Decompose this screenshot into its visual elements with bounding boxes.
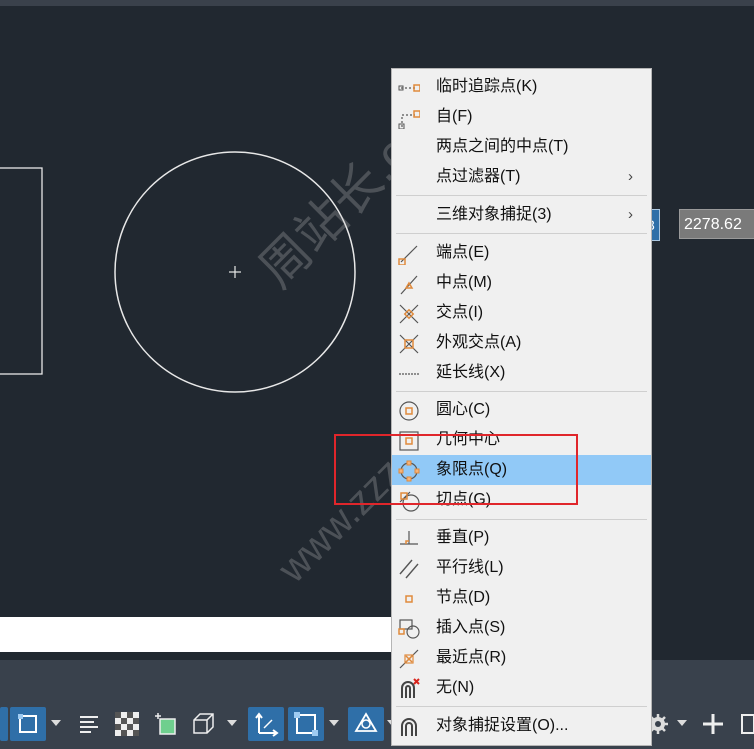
menu-label: 插入点(S): [436, 619, 506, 636]
status-toggle-partial[interactable]: [0, 707, 8, 741]
menu-separator: [396, 519, 647, 520]
cube-icon: [193, 713, 214, 734]
caret-down-icon[interactable]: [676, 717, 688, 729]
lineweight-button[interactable]: [72, 707, 106, 741]
menu-item-point-filter[interactable]: 点过滤器(T) ›: [392, 162, 651, 192]
menu-label: 最近点(R): [436, 649, 507, 666]
3d-object-snap-button[interactable]: [186, 707, 220, 741]
caret-down-icon[interactable]: [226, 717, 238, 729]
midpoint-icon: [400, 275, 418, 295]
menu-item-none[interactable]: 无(N): [392, 673, 651, 703]
caret-down-icon[interactable]: [328, 717, 340, 729]
plus-icon: [703, 714, 723, 734]
menu-label: 无(N): [436, 679, 475, 696]
nearest-icon: [399, 649, 419, 669]
menu-label: 圆心(C): [436, 401, 491, 418]
apparent-intersection-icon: [399, 334, 419, 354]
parallel-icon: [399, 559, 419, 579]
panel-icon: [741, 714, 754, 734]
submenu-arrow-icon: ›: [628, 206, 633, 223]
menu-label: 端点(E): [436, 244, 490, 261]
menu-item-perpendicular[interactable]: 垂直(P): [392, 523, 651, 553]
from-icon: [398, 110, 420, 129]
tangent-icon: [399, 491, 420, 512]
transparency-button[interactable]: [110, 707, 144, 741]
menu-item-apparent-int[interactable]: 外观交点(A): [392, 328, 651, 358]
menu-label: 两点之间的中点(T): [436, 138, 569, 155]
menu-label: 垂直(P): [436, 529, 490, 546]
menu-item-geo-center[interactable]: 几何中心: [392, 425, 651, 455]
extension-icon: [399, 373, 419, 375]
transparency-icon: [115, 712, 139, 736]
menu-item-settings[interactable]: 对象捕捉设置(O)...: [392, 711, 651, 741]
temp-track-icon: [398, 84, 420, 92]
menu-label: 对象捕捉设置(O)...: [436, 717, 569, 734]
coordinate-input-y[interactable]: 2278.62: [679, 209, 754, 239]
menu-item-node[interactable]: 节点(D): [392, 583, 651, 613]
menu-label: 几何中心: [436, 431, 501, 448]
endpoint-icon: [398, 245, 418, 265]
menu-label: 点过滤器(T): [436, 168, 521, 185]
menu-label: 外观交点(A): [436, 334, 522, 351]
geometric-center-icon: [399, 431, 419, 451]
submenu-arrow-icon: ›: [628, 168, 633, 185]
intersection-icon: [399, 304, 419, 324]
menu-separator: [396, 233, 647, 234]
menu-label: 切点(G): [436, 491, 492, 508]
menu-item-temp-track[interactable]: 临时追踪点(K): [392, 72, 651, 102]
menu-label: 中点(M): [436, 274, 492, 291]
rectangle-shape: [0, 167, 43, 375]
menu-item-from[interactable]: 自(F): [392, 102, 651, 132]
selection-cycling-button[interactable]: [148, 707, 182, 741]
menu-item-endpoint[interactable]: 端点(E): [392, 238, 651, 268]
snap-mode-icon: [18, 714, 37, 733]
caret-down-icon[interactable]: [50, 717, 62, 729]
menu-label: 平行线(L): [436, 559, 504, 576]
annotation-add-button[interactable]: [698, 707, 728, 741]
perpendicular-icon: [400, 531, 418, 545]
menu-label: 节点(D): [436, 589, 491, 606]
menu-item-extension[interactable]: 延长线(X): [392, 358, 651, 388]
none-icon: [401, 678, 420, 698]
selection-cycling-icon: [155, 713, 176, 735]
menu-item-parallel[interactable]: 平行线(L): [392, 553, 651, 583]
menu-separator: [396, 391, 647, 392]
insert-icon: [398, 619, 420, 639]
menu-label: 临时追踪点(K): [436, 78, 538, 95]
menu-item-insert[interactable]: 插入点(S): [392, 613, 651, 643]
menu-item-tangent[interactable]: 切点(G): [392, 485, 651, 515]
selection-frame-icon: [294, 712, 318, 736]
ucs-axis-icon: [255, 712, 279, 737]
menu-item-3d-osnap[interactable]: 三维对象捕捉(3) ›: [392, 200, 651, 230]
grid-snap-button[interactable]: [10, 707, 46, 741]
menu-label: 延长线(X): [436, 364, 506, 381]
node-icon: [405, 595, 413, 603]
menu-item-nearest[interactable]: 最近点(R): [392, 643, 651, 673]
ucs-button[interactable]: [248, 707, 284, 741]
object-snap-context-menu: 临时追踪点(K) 自(F) 两点之间的中点(T) 点过滤器(T) › 三维对象捕…: [391, 68, 652, 746]
dynamic-input-button[interactable]: [288, 707, 324, 741]
menu-label: 象限点(Q): [436, 461, 508, 478]
osnap-icon: [354, 712, 378, 732]
object-snap-button[interactable]: [348, 707, 384, 741]
menu-separator: [396, 706, 647, 707]
menu-item-midpoint[interactable]: 中点(M): [392, 268, 651, 298]
menu-label: 交点(I): [436, 304, 484, 321]
menu-item-center[interactable]: 圆心(C): [392, 395, 651, 425]
center-icon: [399, 401, 419, 421]
quadrant-icon: [398, 460, 420, 482]
menu-item-quadrant[interactable]: 象限点(Q): [392, 455, 651, 485]
menu-separator: [396, 195, 647, 196]
menu-label: 自(F): [436, 108, 473, 125]
lineweight-icon: [80, 716, 98, 733]
menu-item-intersection[interactable]: 交点(I): [392, 298, 651, 328]
osnap-settings-icon: [401, 718, 417, 736]
menu-item-mid-between[interactable]: 两点之间的中点(T): [392, 132, 651, 162]
customize-button[interactable]: [740, 707, 754, 741]
menu-label: 三维对象捕捉(3): [436, 206, 552, 223]
command-line[interactable]: [0, 617, 392, 652]
